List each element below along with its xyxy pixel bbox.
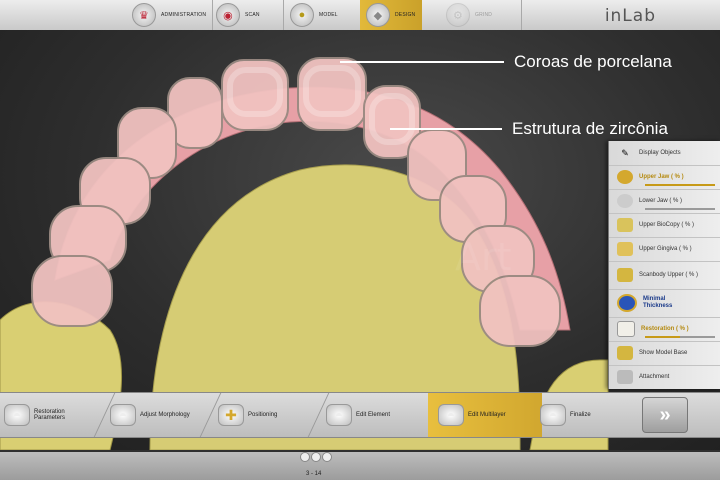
gingiva-icon <box>617 242 633 256</box>
step-edit-multilayer[interactable]: ◓ Edit Multilayer <box>428 393 542 437</box>
biocopy-icon <box>617 218 633 232</box>
next-step-button[interactable]: » <box>642 397 688 433</box>
lower-jaw-icon <box>617 194 633 208</box>
upper-jaw-slider[interactable] <box>645 184 715 186</box>
finalize-icon: ◓ <box>540 404 566 426</box>
morphology-icon: ◓ <box>110 404 136 426</box>
display-objects-panel: ✎ Display Objects Upper Jaw ( % ) Lower … <box>608 141 720 389</box>
callout-crowns: Coroas de porcelana <box>514 52 672 71</box>
step-finalize[interactable]: ◓ Finalize <box>540 393 630 437</box>
crown-icon: ♛ <box>132 3 156 27</box>
phase-administration[interactable]: ♛ ADMINISTRATION <box>132 0 212 30</box>
callout-line-crowns <box>340 61 504 63</box>
status-bar <box>0 452 720 480</box>
model-base-icon <box>617 346 633 360</box>
thumbnail-icon <box>322 452 332 462</box>
scan-icon: ◉ <box>216 3 240 27</box>
edit-element-icon: ◓ <box>326 404 352 426</box>
thumbnail-icon <box>300 452 310 462</box>
panel-item-attachment[interactable]: Attachment <box>609 365 720 389</box>
display-objects-icon: ✎ <box>621 147 629 158</box>
step-positioning[interactable]: ✚ Positioning <box>218 393 314 437</box>
panel-item-lower-jaw[interactable]: Lower Jaw ( % ) <box>609 189 720 214</box>
scanbody-icon <box>617 268 633 282</box>
workflow-phase-bar: ♛ ADMINISTRATION ◉ SCAN ● MODEL ◆ DESIGN… <box>0 0 720 31</box>
thumbnail-icon <box>311 452 321 462</box>
panel-item-scanbody-upper[interactable]: Scanbody Upper ( % ) <box>609 261 720 290</box>
brand-logo: inLab <box>604 6 656 26</box>
restoration-icon <box>617 321 635 337</box>
panel-item-minimal-thickness[interactable]: Minimal Thickness <box>609 289 720 318</box>
design-workflow-bar: ◓ Restoration Parameters ◓ Adjust Morpho… <box>0 392 720 438</box>
panel-item-show-model-base[interactable]: Show Model Base <box>609 341 720 366</box>
phase-model[interactable]: ● MODEL <box>290 0 356 30</box>
watermark: Art <box>455 235 512 279</box>
upper-jaw-icon <box>617 170 633 184</box>
phase-scan[interactable]: ◉ SCAN <box>216 0 282 30</box>
step-restoration-parameters[interactable]: ◓ Restoration Parameters <box>4 393 104 437</box>
minimal-thickness-icon <box>617 294 637 312</box>
model-icon: ● <box>290 3 314 27</box>
callout-framework: Estrutura de zircônia <box>512 119 668 138</box>
positioning-icon: ✚ <box>218 404 244 426</box>
step-adjust-morphology[interactable]: ◓ Adjust Morphology <box>110 393 210 437</box>
attachment-icon <box>617 370 633 384</box>
restoration-thumbnails[interactable] <box>300 452 332 462</box>
panel-item-upper-biocopy[interactable]: Upper BioCopy ( % ) <box>609 213 720 238</box>
lower-jaw-slider[interactable] <box>645 208 715 210</box>
panel-item-upper-jaw[interactable]: Upper Jaw ( % ) <box>609 165 720 190</box>
restoration-slider[interactable] <box>645 336 715 338</box>
design-icon: ◆ <box>366 3 390 27</box>
tooth-icon: ◓ <box>4 404 30 426</box>
panel-item-upper-gingiva[interactable]: Upper Gingiva ( % ) <box>609 237 720 262</box>
grind-icon: ⚙ <box>446 3 470 27</box>
tooth-range: 3 - 14 <box>306 471 322 477</box>
edit-multilayer-icon: ◓ <box>438 404 464 426</box>
step-edit-element[interactable]: ◓ Edit Element <box>326 393 422 437</box>
callout-line-framework <box>390 128 502 130</box>
phase-design[interactable]: ◆ DESIGN <box>360 0 422 30</box>
phase-grind: ⚙ GRIND <box>446 0 506 30</box>
panel-item-display-objects[interactable]: ✎ Display Objects <box>609 141 720 166</box>
panel-item-restoration[interactable]: Restoration ( % ) <box>609 317 720 342</box>
